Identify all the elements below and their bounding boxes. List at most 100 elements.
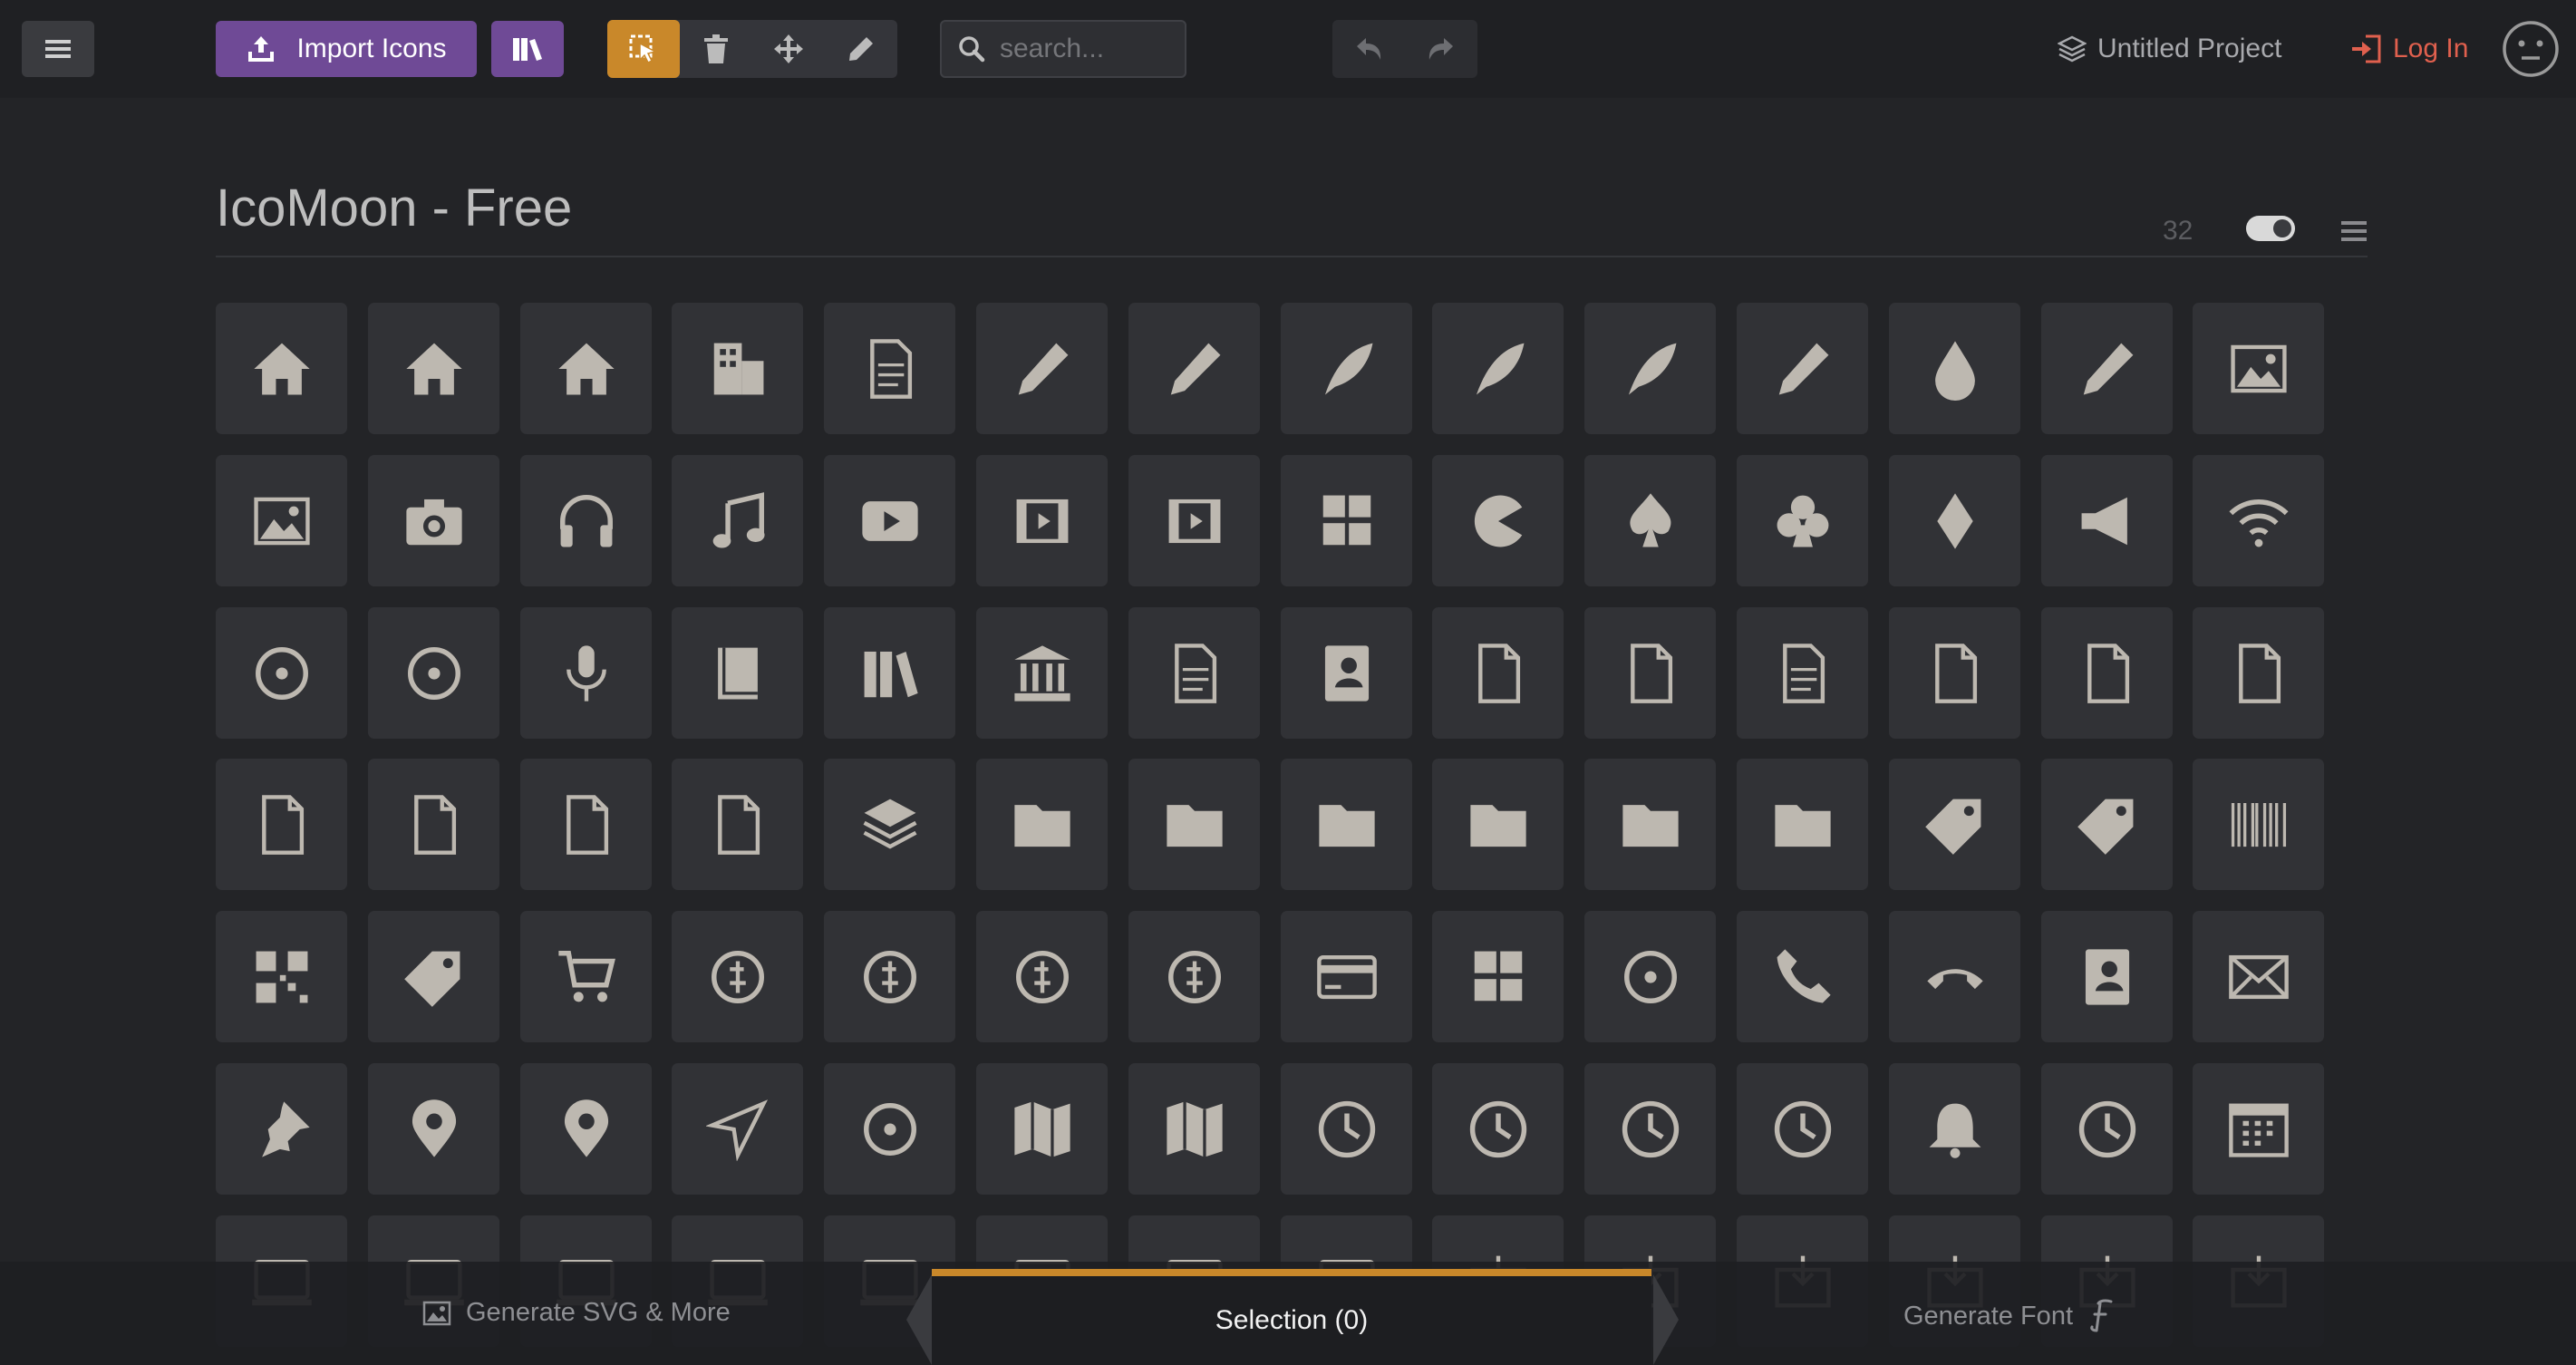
- icon-tile-address-book[interactable]: [2041, 911, 2173, 1042]
- select-tool-button[interactable]: [607, 20, 680, 78]
- icon-tile-film[interactable]: [976, 455, 1108, 586]
- icon-tile-cart[interactable]: [520, 911, 652, 1042]
- icon-tile-envelop[interactable]: [2193, 911, 2324, 1042]
- icon-tile-blog[interactable]: [1584, 303, 1716, 434]
- set-visibility-toggle[interactable]: [2246, 216, 2295, 241]
- icon-tile-video-camera[interactable]: [1128, 455, 1260, 586]
- main-menu-button[interactable]: [22, 21, 94, 77]
- icon-tile-diamonds[interactable]: [1889, 455, 2020, 586]
- undo-button[interactable]: [1332, 20, 1405, 78]
- icon-tile-credit-card[interactable]: [1281, 911, 1412, 1042]
- icon-tile-library[interactable]: [976, 607, 1108, 739]
- icon-tile-book[interactable]: [672, 607, 803, 739]
- icon-tile-home2[interactable]: [368, 303, 499, 434]
- icon-tile-clubs[interactable]: [1737, 455, 1868, 586]
- icon-tile-droplet[interactable]: [1889, 303, 2020, 434]
- icon-tile-coin-dollar[interactable]: [672, 911, 803, 1042]
- icon-tile-pen[interactable]: [1432, 303, 1564, 434]
- icon-tile-coin-euro[interactable]: [824, 911, 955, 1042]
- icon-tile-location2[interactable]: [520, 1063, 652, 1195]
- icon-tile-history[interactable]: [1281, 1063, 1412, 1195]
- icon-tile-file-empty[interactable]: [1432, 607, 1564, 739]
- icon-tile-lifebuoy[interactable]: [1584, 911, 1716, 1042]
- icon-tile-images[interactable]: [216, 455, 347, 586]
- redo-button[interactable]: [1405, 20, 1477, 78]
- icon-tile-clock2[interactable]: [1584, 1063, 1716, 1195]
- icon-tile-connection[interactable]: [2193, 455, 2324, 586]
- edit-tool-button[interactable]: [825, 20, 897, 78]
- icon-tile-ticket[interactable]: [368, 911, 499, 1042]
- icon-tile-feed[interactable]: [368, 607, 499, 739]
- icon-tile-folder[interactable]: [976, 759, 1108, 890]
- icon-tile-compass[interactable]: [672, 1063, 803, 1195]
- icon-tile-folder-upload[interactable]: [1737, 759, 1868, 890]
- icon-tile-podcast[interactable]: [216, 607, 347, 739]
- icon-tile-copy[interactable]: [520, 759, 652, 890]
- generate-svg-button[interactable]: Generate SVG & More: [422, 1298, 731, 1328]
- icon-tile-bell[interactable]: [1889, 1063, 2020, 1195]
- icon-tile-paint-format[interactable]: [2041, 303, 2173, 434]
- icon-tile-coin-yen[interactable]: [1128, 911, 1260, 1042]
- icon-tile-pushpin[interactable]: [216, 1063, 347, 1195]
- icon-tile-pencil[interactable]: [976, 303, 1108, 434]
- icon-tile-barcode[interactable]: [2193, 759, 2324, 890]
- icon-tile-quill[interactable]: [1281, 303, 1412, 434]
- icon-tile-file-text[interactable]: [1128, 607, 1260, 739]
- icon-tile-phone-hang-up[interactable]: [1889, 911, 2020, 1042]
- icon-tile-mic[interactable]: [520, 607, 652, 739]
- icon-tile-coin-pound[interactable]: [976, 911, 1108, 1042]
- icon-tile-price-tag[interactable]: [1889, 759, 2020, 890]
- icon-tile-home[interactable]: [216, 303, 347, 434]
- icon-tile-profile[interactable]: [1281, 607, 1412, 739]
- icon-tile-calculator[interactable]: [1432, 911, 1564, 1042]
- right-arrow-icon[interactable]: [1651, 1274, 1680, 1365]
- generate-font-button[interactable]: Generate Font: [1903, 1298, 2113, 1334]
- icon-tile-map[interactable]: [976, 1063, 1108, 1195]
- icon-tile-paste[interactable]: [672, 759, 803, 890]
- left-arrow-icon[interactable]: [905, 1274, 934, 1365]
- search-input[interactable]: [998, 33, 1183, 65]
- icon-tile-headphones[interactable]: [520, 455, 652, 586]
- icon-tile-stack[interactable]: [824, 759, 955, 890]
- icon-tile-phone[interactable]: [1737, 911, 1868, 1042]
- icon-tile-files-empty[interactable]: [1584, 607, 1716, 739]
- icon-tile-qrcode[interactable]: [216, 911, 347, 1042]
- selection-tab[interactable]: Selection (0): [932, 1269, 1651, 1365]
- set-menu-button[interactable]: [2340, 219, 2368, 243]
- icon-tile-file-picture[interactable]: [1889, 607, 2020, 739]
- icon-tile-map2[interactable]: [1128, 1063, 1260, 1195]
- icon-tile-dice[interactable]: [1281, 455, 1412, 586]
- icon-tile-folder-plus[interactable]: [1281, 759, 1412, 890]
- icon-tile-home3[interactable]: [520, 303, 652, 434]
- icon-tile-file-music[interactable]: [2041, 607, 2173, 739]
- icon-tile-folder-download[interactable]: [1584, 759, 1716, 890]
- icon-tile-clock[interactable]: [1432, 1063, 1564, 1195]
- icon-tile-calendar[interactable]: [2193, 1063, 2324, 1195]
- icon-tile-alarm[interactable]: [1737, 1063, 1868, 1195]
- icon-tile-file-play[interactable]: [2193, 607, 2324, 739]
- icon-tile-location[interactable]: [368, 1063, 499, 1195]
- user-avatar-button[interactable]: [2502, 20, 2560, 78]
- icon-tile-spades[interactable]: [1584, 455, 1716, 586]
- login-button[interactable]: Log In: [2349, 29, 2468, 69]
- icon-library-button[interactable]: [491, 21, 564, 77]
- icon-tile-folder-minus[interactable]: [1432, 759, 1564, 890]
- icon-tile-stopwatch[interactable]: [2041, 1063, 2173, 1195]
- icon-tile-camera[interactable]: [368, 455, 499, 586]
- icon-tile-image[interactable]: [2193, 303, 2324, 434]
- icon-set-title[interactable]: IcoMoon - Free: [216, 178, 572, 238]
- icon-tile-pencil2[interactable]: [1128, 303, 1260, 434]
- move-tool-button[interactable]: [752, 20, 825, 78]
- icon-tile-file-text2[interactable]: [1737, 607, 1868, 739]
- icon-tile-pacman[interactable]: [1432, 455, 1564, 586]
- icon-tile-office[interactable]: [672, 303, 803, 434]
- icon-tile-books[interactable]: [824, 607, 955, 739]
- icon-tile-play[interactable]: [824, 455, 955, 586]
- icon-tile-newspaper[interactable]: [824, 303, 955, 434]
- icon-tile-music[interactable]: [672, 455, 803, 586]
- delete-tool-button[interactable]: [680, 20, 752, 78]
- icon-tile-eyedropper[interactable]: [1737, 303, 1868, 434]
- import-icons-button[interactable]: Import Icons: [216, 21, 477, 77]
- icon-tile-file-zip[interactable]: [368, 759, 499, 890]
- icon-tile-file-video[interactable]: [216, 759, 347, 890]
